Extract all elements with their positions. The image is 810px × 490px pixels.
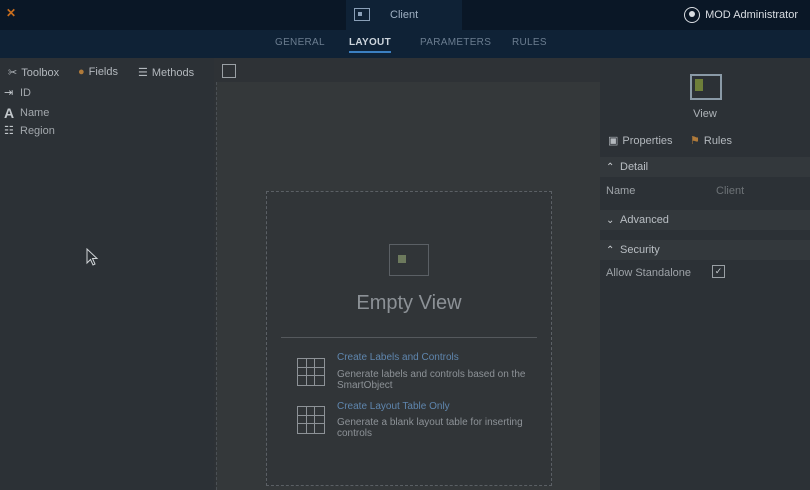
view-icon [354,8,370,21]
designer-tabs: GENERAL LAYOUT PARAMETERS RULES [0,30,810,58]
section-advanced[interactable]: ⌄ Advanced [600,210,810,230]
name-property-value[interactable]: Client [716,185,744,197]
field-item-id[interactable]: ⇥ ID [4,86,31,100]
create-layout-table-link[interactable]: Create Layout Table Only [337,401,450,412]
tab-parameters[interactable]: PARAMETERS [420,37,491,48]
tab-properties[interactable]: ▣ Properties [608,134,673,148]
empty-view-panel: Empty View Create Labels and Controls Ge… [266,191,552,486]
create-labels-controls-description: Generate labels and controls based on th… [337,369,526,391]
fields-label: Fields [88,66,118,78]
rules-icon: ⚑ [690,135,700,147]
section-title: Security [620,244,660,256]
top-bar: ✕ Client MOD Administrator [0,0,810,30]
empty-view-icon [389,244,429,276]
methods-icon: ☰ [138,67,148,79]
view-type-label: View [693,108,717,120]
id-field-icon: ⇥ [4,87,14,99]
field-label: Name [20,107,50,119]
create-layout-table-description: Generate a blank layout table for insert… [337,417,523,439]
field-label: ID [20,86,31,99]
field-item-name[interactable]: A Name [4,105,49,121]
view-title-area: Client [346,0,462,30]
empty-view-title: Empty View [356,292,462,314]
rules-label: Rules [703,134,732,147]
section-title: Advanced [620,214,669,226]
layout-tool-icon[interactable] [222,64,236,78]
tab-general[interactable]: GENERAL [275,37,325,48]
section-security[interactable]: ⌃ Security [600,240,810,260]
chevron-up-icon: ⌃ [606,161,615,173]
tab-methods[interactable]: ☰ Methods [138,66,195,80]
chevron-up-icon: ⌃ [606,244,615,256]
divider [281,337,537,338]
chevron-down-icon: ⌄ [606,214,615,226]
create-labels-controls-link[interactable]: Create Labels and Controls [337,352,459,363]
close-icon[interactable]: ✕ [6,6,16,20]
section-detail[interactable]: ⌃ Detail [600,157,810,177]
right-panel: View ▣ Properties ⚑ Rules ⌃ Detail Name … [600,58,810,490]
properties-label: Properties [622,134,673,147]
field-label: Region [20,124,55,137]
name-property-label: Name [606,185,636,197]
fields-icon: ● [78,66,85,78]
list-field-icon: ☷ [4,125,14,137]
tab-toolbox[interactable]: ✂ Toolbox [8,66,60,80]
field-item-region[interactable]: ☷ Region [4,124,55,138]
user-name: MOD Administrator [705,9,798,21]
labels-controls-icon [297,358,325,386]
layout-table-icon [297,406,325,434]
section-title: Detail [620,161,649,173]
tab-rules[interactable]: RULES [512,37,547,48]
properties-icon: ▣ [608,135,619,147]
mouse-cursor-icon [86,248,99,266]
tab-rules-panel[interactable]: ⚑ Rules [690,134,732,148]
text-field-icon: A [4,105,15,121]
allow-standalone-label: Allow Standalone [606,267,692,279]
allow-standalone-checkbox[interactable]: ✓ [712,265,725,278]
user-menu[interactable]: MOD Administrator [684,6,798,24]
tab-fields[interactable]: ● Fields [78,66,118,78]
avatar-icon [684,7,701,23]
view-title: Client [390,9,419,21]
left-panel: ✂ Toolbox ● Fields ☰ Methods ⇥ ID A Name… [0,58,214,490]
view-type-icon[interactable] [690,74,722,100]
tab-layout[interactable]: LAYOUT [349,37,391,53]
toolbox-icon: ✂ [8,67,18,79]
methods-label: Methods [151,66,195,79]
toolbox-label: Toolbox [21,66,60,79]
